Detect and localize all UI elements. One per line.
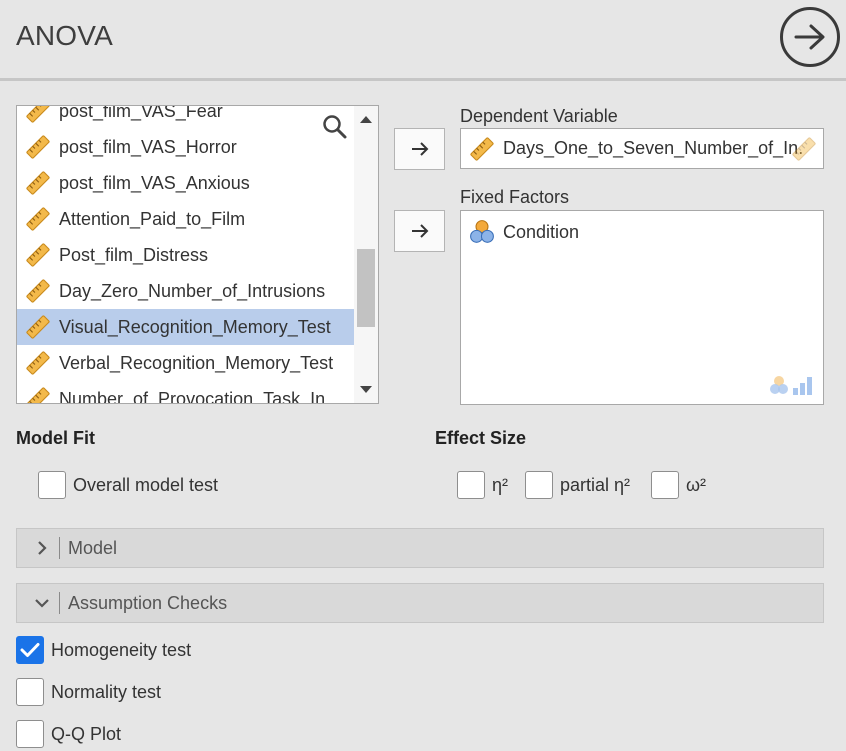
arrow-right-icon	[411, 224, 428, 238]
variable-list[interactable]: post_film_VAS_Fear post_film_VAS_Horror …	[16, 105, 379, 404]
omega-squared-checkbox[interactable]	[651, 471, 679, 499]
variable-rows: post_film_VAS_Fear post_film_VAS_Horror …	[17, 105, 354, 404]
omega-squared-option[interactable]: ω²	[651, 471, 706, 499]
list-scrollbar[interactable]	[354, 106, 378, 403]
nominal-variable-icon	[469, 219, 495, 245]
homogeneity-test-label: Homogeneity test	[51, 639, 192, 660]
continuous-variable-icon	[25, 278, 51, 304]
effect-size-title: Effect Size	[435, 428, 527, 448]
partial-eta-squared-option[interactable]: partial η²	[525, 471, 630, 499]
overall-model-test-option[interactable]: Overall model test	[38, 471, 218, 499]
continuous-variable-icon	[469, 136, 495, 162]
continuous-variable-icon	[791, 136, 817, 162]
continuous-variable-icon	[25, 350, 51, 376]
variable-label: Number_of_Provocation_Task_In...	[59, 388, 341, 404]
list-item[interactable]: post_film_VAS_Anxious	[17, 165, 354, 201]
continuous-variable-icon	[25, 206, 51, 232]
model-section-header[interactable]: Model	[16, 528, 824, 568]
scroll-thumb[interactable]	[357, 249, 375, 327]
model-section-label: Model	[68, 537, 118, 558]
assumption-checks-section-label: Assumption Checks	[68, 592, 228, 613]
chevron-right-icon	[25, 540, 59, 556]
fixed-factors-box[interactable]: Condition	[460, 210, 824, 405]
qq-plot-label: Q-Q Plot	[51, 723, 122, 744]
list-item[interactable]: Verbal_Recognition_Memory_Test	[17, 345, 354, 381]
partial-eta-squared-label: partial η²	[560, 474, 631, 495]
fixed-factors-label: Fixed Factors	[460, 187, 570, 207]
list-item[interactable]: post_film_VAS_Horror	[17, 129, 354, 165]
assumption-checks-section-header[interactable]: Assumption Checks	[16, 583, 824, 623]
overall-model-test-label: Overall model test	[73, 474, 219, 495]
dependent-variable-box[interactable]: Days_One_to_Seven_Number_of_In...	[460, 128, 824, 169]
scroll-down-icon[interactable]	[360, 386, 372, 393]
variable-label: Visual_Recognition_Memory_Test	[59, 316, 331, 337]
variable-label: post_film_VAS_Anxious	[59, 172, 250, 193]
arrow-right-icon	[411, 142, 428, 156]
qq-plot-option[interactable]: Q-Q Plot	[16, 720, 121, 748]
variable-label: post_film_VAS_Horror	[59, 136, 237, 157]
model-fit-title: Model Fit	[16, 428, 95, 448]
normality-test-label: Normality test	[51, 681, 162, 702]
list-item[interactable]: Post_film_Distress	[17, 237, 354, 273]
variable-label: Verbal_Recognition_Memory_Test	[59, 352, 334, 373]
arrow-right-circle-icon	[794, 24, 825, 50]
list-item[interactable]: Number_of_Provocation_Task_In...	[17, 381, 354, 404]
section-separator	[59, 592, 60, 614]
normality-test-checkbox[interactable]	[16, 678, 44, 706]
eta-squared-checkbox[interactable]	[457, 471, 485, 499]
overall-model-test-checkbox[interactable]	[38, 471, 66, 499]
continuous-variable-icon	[25, 134, 51, 160]
move-to-fixed-factors-button[interactable]	[394, 210, 445, 252]
chevron-down-icon	[25, 597, 59, 609]
normality-test-option[interactable]: Normality test	[16, 678, 161, 706]
continuous-variable-icon	[25, 386, 51, 404]
list-item[interactable]: post_film_VAS_Fear	[17, 105, 354, 129]
search-icon[interactable]	[322, 114, 348, 140]
continuous-variable-icon	[25, 170, 51, 196]
dependent-variable-label: Dependent Variable	[460, 106, 618, 126]
factor-label: Condition	[503, 221, 580, 242]
move-to-dependent-button[interactable]	[394, 128, 445, 170]
run-button[interactable]	[780, 7, 840, 67]
variable-label: Attention_Paid_to_Film	[59, 208, 246, 229]
list-item[interactable]: Condition	[469, 219, 579, 245]
continuous-variable-icon	[25, 314, 51, 340]
variable-label: post_film_VAS_Fear	[59, 105, 223, 121]
list-item[interactable]: Day_Zero_Number_of_Intrusions	[17, 273, 354, 309]
eta-squared-label: η²	[492, 474, 509, 495]
eta-squared-option[interactable]: η²	[457, 471, 508, 499]
scroll-up-icon[interactable]	[360, 116, 372, 123]
qq-plot-checkbox[interactable]	[16, 720, 44, 748]
variable-label: Post_film_Distress	[59, 244, 209, 265]
list-item-selected[interactable]: Visual_Recognition_Memory_Test	[17, 309, 354, 345]
continuous-variable-icon	[25, 242, 51, 268]
omega-squared-label: ω²	[686, 474, 707, 495]
section-separator	[59, 537, 60, 559]
factor-type-hint-icon	[770, 376, 812, 395]
homogeneity-test-option[interactable]: Homogeneity test	[16, 636, 191, 664]
homogeneity-test-checkbox[interactable]	[16, 636, 44, 664]
header-divider	[0, 78, 846, 81]
partial-eta-squared-checkbox[interactable]	[525, 471, 553, 499]
dependent-variable-value: Days_One_to_Seven_Number_of_In...	[503, 138, 803, 158]
variable-label: Day_Zero_Number_of_Intrusions	[59, 280, 326, 301]
checkmark-icon	[20, 643, 40, 657]
continuous-variable-icon	[25, 105, 51, 124]
list-item[interactable]: Attention_Paid_to_Film	[17, 201, 354, 237]
page-title: ANOVA	[16, 20, 113, 51]
